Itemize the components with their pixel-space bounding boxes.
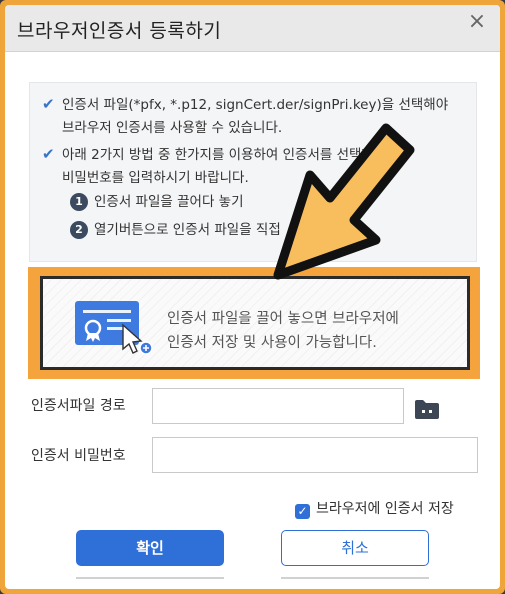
instruction-1-line-2: 브라우저 인증서를 사용할 수 있습니다. [62, 120, 283, 136]
step-1-badge: 1 [70, 193, 88, 211]
drop-zone-text: 인증서 파일을 끌어 놓으면 브라우저에 인증서 저장 및 사용이 가능합니다. [167, 307, 399, 355]
save-checkbox-label: 브라우저에 인증서 저장 [316, 501, 454, 517]
step-2-badge: 2 [70, 221, 88, 239]
drop-zone[interactable]: 인증서 파일을 끌어 놓으면 브라우저에 인증서 저장 및 사용이 가능합니다. [40, 276, 470, 370]
check-icon: ✔ [42, 95, 55, 113]
drop-zone-line-2: 인증서 저장 및 사용이 가능합니다. [167, 335, 377, 351]
step-2: 2 열기버튼으로 인증서 파일을 직접 [70, 219, 281, 242]
check-icon: ✔ [42, 145, 55, 163]
instruction-1-line-1: 인증서 파일(*pfx, *.p12, signCert.der/signPri… [62, 97, 449, 113]
path-label: 인증서파일 경로 [31, 398, 126, 414]
drop-zone-line-1: 인증서 파일을 끌어 놓으면 브라우저에 [167, 311, 399, 327]
save-to-browser-option[interactable]: ✓ 브라우저에 인증서 저장 [295, 498, 454, 519]
password-label: 인증서 비밀번호 [31, 448, 126, 464]
certificate-icon [75, 301, 153, 355]
instruction-2-line-2: 비밀번호를 입력하시기 바랍니다. [62, 170, 249, 186]
pointer-arrow-icon [273, 123, 415, 280]
step-1: 1 인증서 파일을 끌어다 놓기 [70, 191, 244, 214]
dialog-title: 브라우저인증서 등록하기 [17, 20, 222, 42]
close-icon[interactable]: × [464, 9, 490, 35]
certificate-password-input[interactable] [152, 437, 478, 473]
step-1-text: 인증서 파일을 끌어다 놓기 [94, 194, 244, 210]
step-2-text: 열기버튼으로 인증서 파일을 직접 [94, 222, 281, 238]
title-bar: 브라우저인증서 등록하기 × [5, 5, 500, 52]
button-shadow [76, 577, 224, 589]
folder-open-icon[interactable] [413, 398, 441, 420]
certificate-dialog: 브라우저인증서 등록하기 × ✔ 인증서 파일(*pfx, *.p12, sign… [5, 5, 500, 589]
save-checkbox[interactable]: ✓ [295, 504, 310, 519]
confirm-button[interactable]: 확인 [76, 530, 224, 566]
certificate-path-input[interactable] [152, 388, 404, 424]
cancel-button[interactable]: 취소 [281, 530, 429, 566]
button-shadow [281, 577, 429, 589]
